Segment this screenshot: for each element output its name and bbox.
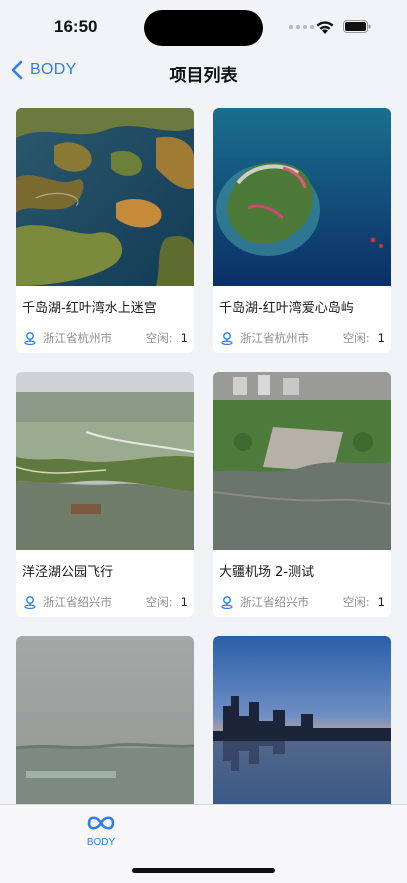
free-label: 空闲: bbox=[145, 595, 173, 609]
project-card[interactable]: 洋泾湖公园飞行 浙江省绍兴市 空闲: 1 bbox=[16, 372, 194, 617]
project-image bbox=[213, 372, 391, 550]
page-title: 项目列表 bbox=[169, 66, 238, 86]
signal-dots-icon bbox=[289, 25, 314, 29]
project-image bbox=[16, 636, 194, 814]
project-title: 洋泾湖公园飞行 bbox=[22, 565, 114, 580]
free-count: 1 bbox=[180, 595, 188, 609]
project-location: 浙江省杭州市 bbox=[43, 331, 112, 345]
tab-label: BODY bbox=[86, 837, 116, 848]
project-card[interactable]: 千岛湖-红叶湾爱心岛屿 浙江省杭州市 空闲: 1 bbox=[213, 108, 391, 353]
project-meta: 浙江省绍兴市 空闲: 1 bbox=[16, 588, 194, 610]
status-bar: 16:50 bbox=[0, 0, 407, 54]
infinity-icon bbox=[87, 816, 115, 830]
project-meta: 浙江省杭州市 空闲: 1 bbox=[16, 324, 194, 346]
project-grid: 千岛湖-红叶湾水上迷宫 浙江省杭州市 空闲: 1 千岛湖-红叶湾爱心岛屿 浙江省… bbox=[16, 108, 392, 881]
home-indicator bbox=[132, 868, 275, 873]
location-pin-icon bbox=[24, 332, 36, 345]
tab-body[interactable]: BODY bbox=[78, 813, 124, 848]
location-pin-icon bbox=[221, 596, 233, 609]
project-location: 浙江省杭州市 bbox=[240, 331, 309, 345]
project-meta: 浙江省绍兴市 空闲: 1 bbox=[213, 588, 391, 610]
project-location: 浙江省绍兴市 bbox=[240, 595, 309, 609]
project-image bbox=[213, 636, 391, 814]
project-title: 千岛湖-红叶湾爱心岛屿 bbox=[219, 301, 354, 316]
navigation-bar: BODY 项目列表 bbox=[0, 54, 407, 94]
location-pin-icon bbox=[221, 332, 233, 345]
project-image bbox=[213, 108, 391, 286]
free-count: 1 bbox=[377, 331, 385, 345]
project-image bbox=[16, 108, 194, 286]
battery-icon bbox=[343, 20, 371, 33]
project-location: 浙江省绍兴市 bbox=[43, 595, 112, 609]
project-card[interactable]: 大疆机场 2-测试 浙江省绍兴市 空闲: 1 bbox=[213, 372, 391, 617]
status-time: 16:50 bbox=[54, 17, 98, 36]
project-title: 大疆机场 2-测试 bbox=[219, 565, 315, 580]
free-count: 1 bbox=[180, 331, 188, 345]
free-label: 空闲: bbox=[342, 331, 370, 345]
project-meta: 浙江省杭州市 空闲: 1 bbox=[213, 324, 391, 346]
free-count: 1 bbox=[377, 595, 385, 609]
location-pin-icon bbox=[24, 596, 36, 609]
free-label: 空闲: bbox=[342, 595, 370, 609]
wifi-icon bbox=[316, 21, 334, 34]
project-title: 千岛湖-红叶湾水上迷宫 bbox=[22, 301, 157, 316]
project-card[interactable]: 千岛湖-红叶湾水上迷宫 浙江省杭州市 空闲: 1 bbox=[16, 108, 194, 353]
dynamic-island bbox=[144, 10, 263, 46]
free-label: 空闲: bbox=[145, 331, 173, 345]
project-image bbox=[16, 372, 194, 550]
